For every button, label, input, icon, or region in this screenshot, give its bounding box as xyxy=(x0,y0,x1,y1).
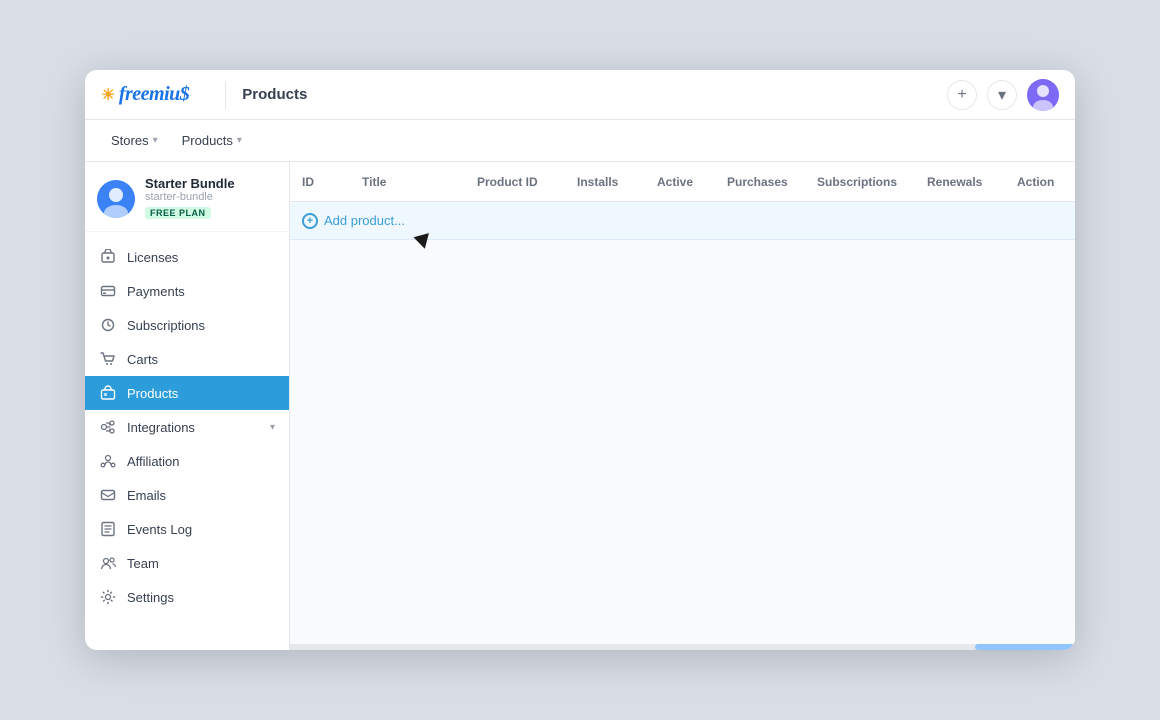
th-active: Active xyxy=(645,162,715,202)
th-product-id: Product ID xyxy=(465,162,565,202)
horizontal-scrollbar[interactable] xyxy=(290,644,1075,650)
th-renewals: Renewals xyxy=(915,162,1005,202)
table-header: ID Title Product ID Installs Active Purc… xyxy=(290,162,1075,202)
th-title: Title xyxy=(350,162,465,202)
empty-table-area xyxy=(290,240,1075,644)
sidebar-item-licenses[interactable]: Licenses xyxy=(85,240,289,274)
add-product-button[interactable]: + Add product... xyxy=(302,213,405,229)
stores-chevron-icon: ▾ xyxy=(153,135,158,146)
store-avatar-image xyxy=(97,180,135,218)
sidebar-item-emails[interactable]: Emails xyxy=(85,478,289,512)
events-log-icon xyxy=(99,520,117,538)
stores-label: Stores xyxy=(111,133,149,148)
sidebar-item-events-log[interactable]: Events Log xyxy=(85,512,289,546)
affiliation-icon xyxy=(99,452,117,470)
stores-nav-button[interactable]: Stores ▾ xyxy=(101,128,168,153)
top-bar-right: + ▾ xyxy=(947,79,1059,111)
store-name: Starter Bundle xyxy=(145,176,277,191)
emails-label: Emails xyxy=(127,488,275,503)
products-icon xyxy=(99,384,117,402)
products-label: Products xyxy=(127,386,275,401)
sidebar: Starter Bundle starter-bundle FREE PLAN … xyxy=(85,162,290,650)
carts-icon xyxy=(99,350,117,368)
th-subscriptions: Subscriptions xyxy=(805,162,915,202)
add-product-label: Add product... xyxy=(324,213,405,228)
add-button[interactable]: + xyxy=(947,80,977,110)
th-id: ID xyxy=(290,162,350,202)
avatar-image xyxy=(1027,79,1059,111)
settings-icon xyxy=(99,588,117,606)
sidebar-item-payments[interactable]: Payments xyxy=(85,274,289,308)
integrations-label: Integrations xyxy=(127,420,260,435)
subscriptions-icon xyxy=(99,316,117,334)
sidebar-item-products[interactable]: Products xyxy=(85,376,289,410)
store-avatar xyxy=(97,180,135,218)
team-icon xyxy=(99,554,117,572)
th-installs: Installs xyxy=(565,162,645,202)
integrations-chevron-icon: ▾ xyxy=(270,422,275,433)
products-chevron-icon: ▾ xyxy=(237,135,242,146)
table-area: ID Title Product ID Installs Active Purc… xyxy=(290,162,1075,650)
team-label: Team xyxy=(127,556,275,571)
products-label: Products xyxy=(182,133,233,148)
products-nav-button[interactable]: Products ▾ xyxy=(172,128,252,153)
sidebar-item-integrations[interactable]: Integrations ▾ xyxy=(85,410,289,444)
th-purchases: Purchases xyxy=(715,162,805,202)
store-plan-badge: FREE PLAN xyxy=(145,207,211,219)
chevron-down-icon: ▾ xyxy=(998,85,1006,105)
sidebar-item-subscriptions[interactable]: Subscriptions xyxy=(85,308,289,342)
sidebar-item-settings[interactable]: Settings xyxy=(85,580,289,614)
sidebar-item-affiliation[interactable]: Affiliation xyxy=(85,444,289,478)
secondary-nav: Stores ▾ Products ▾ xyxy=(85,120,1075,162)
events-log-label: Events Log xyxy=(127,522,275,537)
avatar[interactable] xyxy=(1027,79,1059,111)
logo-text: freemiu$ xyxy=(119,83,189,106)
store-info: Starter Bundle starter-bundle FREE PLAN xyxy=(145,176,277,221)
carts-label: Carts xyxy=(127,352,275,367)
dropdown-button[interactable]: ▾ xyxy=(987,80,1017,110)
store-slug: starter-bundle xyxy=(145,191,277,203)
affiliation-label: Affiliation xyxy=(127,454,275,469)
payments-label: Payments xyxy=(127,284,275,299)
subscriptions-label: Subscriptions xyxy=(127,318,275,333)
scrollbar-thumb[interactable] xyxy=(975,644,1075,650)
top-bar: ☀ freemiu$ Products + ▾ xyxy=(85,70,1075,120)
th-action: Action xyxy=(1005,162,1075,202)
emails-icon xyxy=(99,486,117,504)
sidebar-menu: Licenses Payments Subscriptions xyxy=(85,232,289,622)
plus-icon: + xyxy=(957,86,966,104)
sun-icon: ☀ xyxy=(101,85,115,105)
add-product-row: + Add product... xyxy=(290,202,1075,240)
page-title: Products xyxy=(242,86,947,103)
main-content: Starter Bundle starter-bundle FREE PLAN … xyxy=(85,162,1075,650)
sidebar-item-team[interactable]: Team xyxy=(85,546,289,580)
payments-icon xyxy=(99,282,117,300)
integrations-icon xyxy=(99,418,117,436)
logo: ☀ freemiu$ xyxy=(101,83,189,106)
licenses-icon xyxy=(99,248,117,266)
store-header: Starter Bundle starter-bundle FREE PLAN xyxy=(85,162,289,232)
settings-label: Settings xyxy=(127,590,275,605)
divider xyxy=(225,81,226,109)
plus-circle-icon: + xyxy=(302,213,318,229)
sidebar-item-carts[interactable]: Carts xyxy=(85,342,289,376)
licenses-label: Licenses xyxy=(127,250,275,265)
